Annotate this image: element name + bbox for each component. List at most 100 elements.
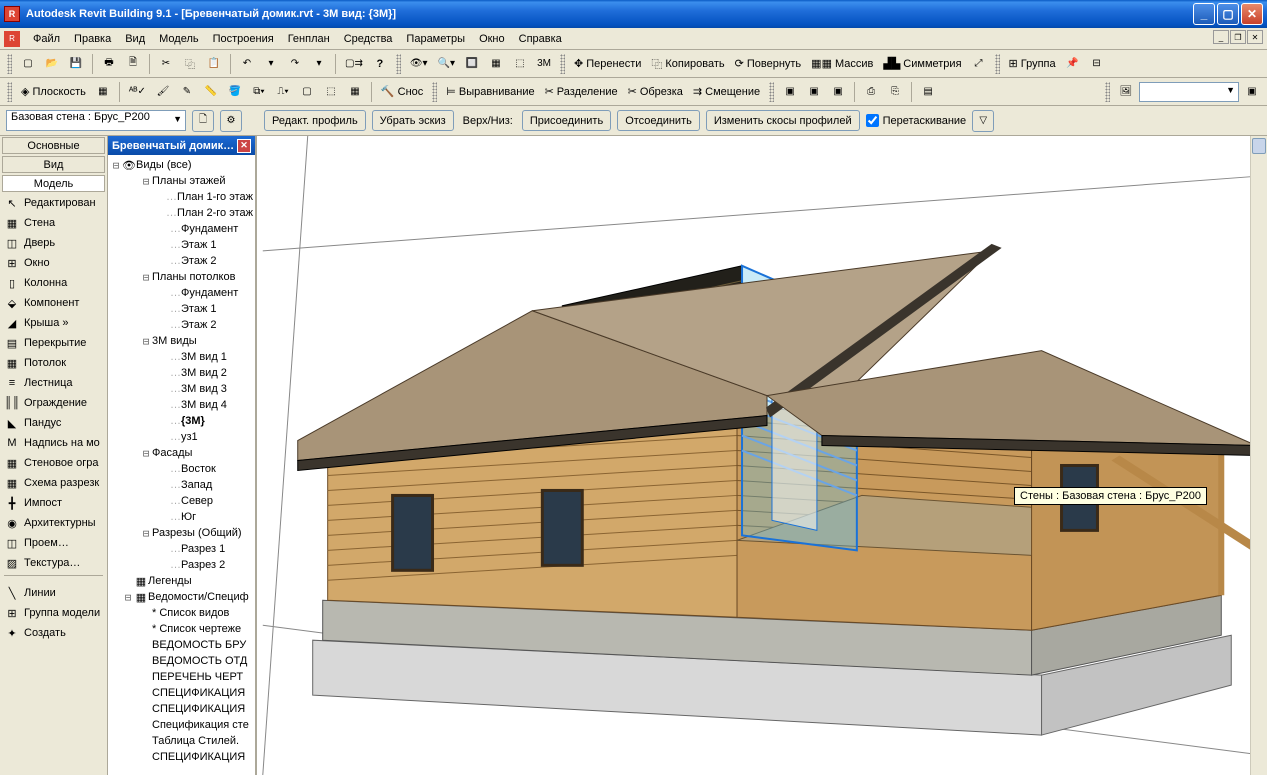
paste-icon[interactable]: 📋 [203,53,225,75]
redo-icon[interactable]: ↷ [284,53,306,75]
group-button[interactable]: ⊞Группа [1005,53,1060,75]
tree-node[interactable]: ПЕРЕЧЕНЬ ЧЕРТ [110,669,253,685]
toolbar-grip[interactable] [769,82,774,102]
tree-node[interactable]: * Список чертеже [110,621,253,637]
model-canvas[interactable] [257,136,1267,775]
print-preview-icon[interactable]: 🗎 [122,53,144,75]
tree-node[interactable]: ⊟Планы этажей [110,173,253,189]
tool-8[interactable]: ▦Потолок [0,353,107,373]
v3-icon[interactable]: ▣ [827,81,849,103]
v4-icon[interactable]: ⎙ [860,81,882,103]
minimize-button[interactable]: _ [1193,3,1215,25]
paint-icon[interactable]: 🪣 [224,81,246,103]
browser-tree[interactable]: ⊟👁Виды (все) ⊟Планы этажей…План 1-го эта… [108,155,255,775]
tree-node[interactable]: …План 1-го этаж [110,189,253,205]
join-icon[interactable]: ⧉▾ [248,81,270,103]
tree-node[interactable]: Таблица Стилей. [110,733,253,749]
thin-lines-icon[interactable]: ▦ [485,53,507,75]
menu-window[interactable]: Окно [472,31,512,47]
workplane-button[interactable]: ◈Плоскость [17,81,90,103]
tool-2[interactable]: ◫Дверь [0,233,107,253]
v1-icon[interactable]: ▣ [779,81,801,103]
tree-node[interactable]: ⊟Разрезы (Общий) [110,525,253,541]
attach-button[interactable]: Присоединить [522,110,611,131]
tool-17[interactable]: ◫Проем… [0,533,107,553]
resize-icon[interactable]: ⤢ [968,53,990,75]
type-selector[interactable]: Базовая стена : Брус_Р200 [6,110,186,131]
menu-help[interactable]: Справка [512,31,569,47]
eye-icon[interactable]: 👁▾ [406,53,432,75]
menu-edit[interactable]: Правка [67,31,118,47]
toolbar-grip[interactable] [432,82,437,102]
remove-sketch-button[interactable]: Убрать эскиз [372,110,454,131]
tree-node[interactable]: Спецификация сте [110,717,253,733]
help-icon[interactable]: ? [369,53,391,75]
tree-node[interactable]: …Фундамент [110,221,253,237]
ungroup-icon[interactable]: ⊟ [1086,53,1108,75]
new-icon[interactable]: ▢ [17,53,39,75]
worksets-icon[interactable]: ▢⇉ [341,53,367,75]
offset-button[interactable]: ⇉Смещение [689,81,764,103]
menu-view[interactable]: Вид [118,31,152,47]
tree-node[interactable]: …Север [110,493,253,509]
tree-node[interactable]: СПЕЦИФИКАЦИЯ [110,701,253,717]
grid-icon[interactable]: ▦ [92,81,114,103]
box1-icon[interactable]: ▢ [296,81,318,103]
change-bevels-button[interactable]: Изменить скосы профилей [706,110,860,131]
tree-node[interactable]: …План 2-го этаж [110,205,253,221]
menu-model[interactable]: Модель [152,31,205,47]
render-selector[interactable]: ▼ [1139,82,1239,102]
tree-node[interactable]: ⊟Планы потолков [110,269,253,285]
tree-node[interactable]: …Этаж 2 [110,317,253,333]
box3-icon[interactable]: ▦ [344,81,366,103]
tool-21[interactable]: ✦Создать [0,623,107,643]
tree-node[interactable]: ⊟3M виды [110,333,253,349]
tool-11[interactable]: ◣Пандус [0,413,107,433]
render-go-icon[interactable]: ▣ [1241,81,1263,103]
tool-5[interactable]: ⬙Компонент [0,293,107,313]
linework-icon[interactable]: ✎ [176,81,198,103]
panel-view[interactable]: Вид [2,156,105,173]
save-icon[interactable]: 💾 [65,53,87,75]
tree-node[interactable]: ВЕДОМОСТЬ ОТД [110,653,253,669]
maximize-button[interactable]: ▢ [1217,3,1239,25]
tool-13[interactable]: ▦Стеновое огра [0,453,107,473]
zoom-icon[interactable]: 🔍▾ [434,53,459,75]
tree-node[interactable]: …{3M} [110,413,253,429]
cut-icon[interactable]: ✂ [155,53,177,75]
menu-tools[interactable]: Средства [337,31,400,47]
tool-7[interactable]: ▤Перекрытие [0,333,107,353]
tree-node[interactable]: …Разрез 1 [110,541,253,557]
tree-node[interactable]: СПЕЦИФИКАЦИЯ [110,749,253,765]
toolbar-grip[interactable] [560,54,565,74]
tool-19[interactable]: ╲Линии [0,583,107,603]
panel-model[interactable]: Модель [2,175,105,192]
tool-18[interactable]: ▨Текстура… [0,553,107,573]
open-icon[interactable]: 📂 [41,53,63,75]
split-button[interactable]: ✂Разделение [541,81,622,103]
tree-node[interactable]: ВЕДОМОСТЬ БРУ [110,637,253,653]
tree-node[interactable]: * Список видов [110,605,253,621]
tree-node[interactable]: ⊟Фасады [110,445,253,461]
scrollbar-vertical[interactable] [1250,136,1267,775]
array-button[interactable]: ▦▦Массив [807,53,877,75]
move-button[interactable]: ✥Перенести [570,53,645,75]
3d-text-icon[interactable]: 3M [533,53,555,75]
mdi-restore[interactable]: ❐ [1230,30,1246,44]
tool-0[interactable]: ↖Редактирован [0,193,107,213]
box2-icon[interactable]: ⬚ [320,81,342,103]
tool-16[interactable]: ◉Архитектурны [0,513,107,533]
print-icon[interactable]: 🖶 [98,53,120,75]
region-icon[interactable]: 🔲 [461,53,483,75]
rotate-button[interactable]: ⟳Повернуть [731,53,806,75]
tool-10[interactable]: ║║Ограждение [0,393,107,413]
v6-icon[interactable]: ▤ [917,81,939,103]
tree-node[interactable]: …Разрез 2 [110,557,253,573]
3d-icon[interactable]: ⬚ [509,53,531,75]
mdi-close[interactable]: ✕ [1247,30,1263,44]
drag-checkbox[interactable]: Перетаскивание [866,114,967,127]
toolbar-grip[interactable] [1105,82,1110,102]
toolbar-grip[interactable] [7,82,12,102]
close-button[interactable]: ✕ [1241,3,1263,25]
toolbar-grip[interactable] [396,54,401,74]
